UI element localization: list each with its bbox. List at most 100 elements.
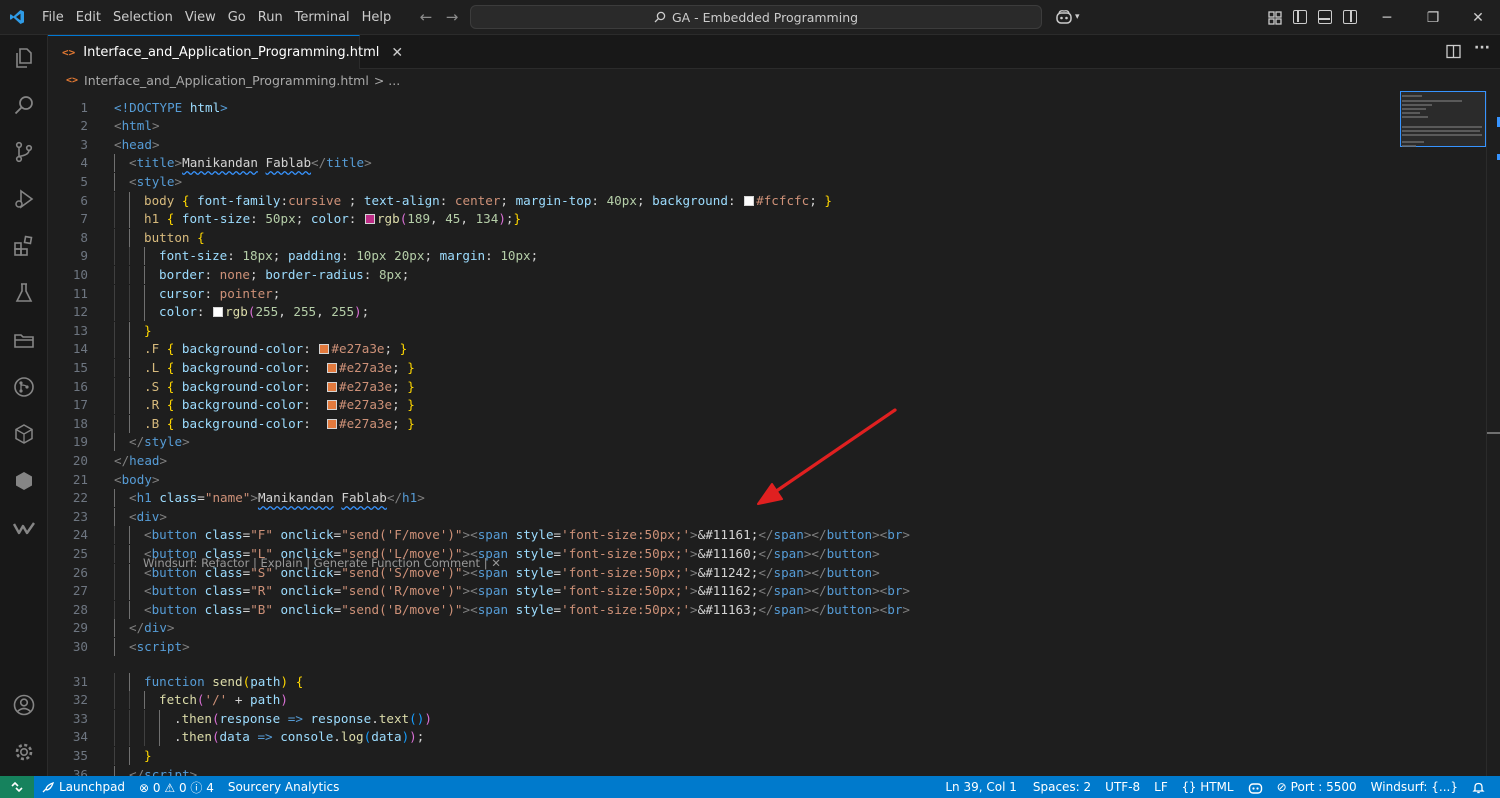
breadcrumb-more[interactable]: > ... <box>374 73 400 88</box>
tab-interface-and-application-programming[interactable]: <> Interface_and_Application_Programming… <box>48 35 403 69</box>
code-line[interactable]: 3 <head> <box>48 136 1398 154</box>
breadcrumb-file[interactable]: Interface_and_Application_Programming.ht… <box>84 73 369 88</box>
port-label: Port : 5500 <box>1290 780 1357 794</box>
toggle-secondary-sidebar-icon[interactable] <box>1343 10 1357 24</box>
source-control-icon[interactable] <box>0 129 48 175</box>
code-line[interactable]: 16 .S { background-color: #e27a3e; } <box>48 377 1398 396</box>
live-server-port[interactable]: ⊘ Port : 5500 <box>1270 780 1364 794</box>
code-token: > <box>902 583 911 599</box>
code-line[interactable]: 24 <button class="F" onclick="send('F/mov… <box>48 526 1398 545</box>
accounts-icon[interactable] <box>0 682 48 728</box>
color-swatch[interactable] <box>327 418 337 429</box>
code-line[interactable]: 14 .F { background-color: #e27a3e; } <box>48 340 1398 359</box>
sourcery-item[interactable]: Sourcery Analytics <box>221 780 347 794</box>
run-debug-icon[interactable] <box>0 176 48 222</box>
code-line[interactable]: 21 <body> <box>48 471 1398 489</box>
windsurf-icon[interactable] <box>0 505 48 551</box>
code-line[interactable]: 8 button { <box>48 228 1398 247</box>
indentation[interactable]: Spaces: 2 <box>1024 780 1098 794</box>
notifications-bell-icon[interactable] <box>1465 781 1492 794</box>
close-tab-icon[interactable]: ✕ <box>391 45 403 61</box>
close-window-button[interactable]: ✕ <box>1455 0 1500 35</box>
back-arrow-icon[interactable]: ← <box>413 0 439 35</box>
code-line[interactable]: 29 </div> <box>48 619 1398 638</box>
code-line[interactable]: 13} <box>48 321 1398 340</box>
vertical-scrollbar[interactable] <box>1486 91 1500 776</box>
code-line[interactable]: 19 </style> <box>48 433 1398 452</box>
problems-item[interactable]: ⊗ 0 ⚠ 0 ⓘ 4 <box>132 779 221 796</box>
code-line[interactable]: 27 <button class="R" onclick="send('R/mov… <box>48 582 1398 601</box>
launchpad-item[interactable]: Launchpad <box>34 780 132 794</box>
color-swatch[interactable] <box>213 307 224 318</box>
code-line[interactable]: 18 .B { background-color: #e27a3e; } <box>48 414 1398 433</box>
color-swatch[interactable] <box>327 363 337 373</box>
minimap[interactable] <box>1398 91 1486 776</box>
copilot-status[interactable] <box>1241 781 1270 794</box>
code-line[interactable]: 2 <html> <box>48 117 1398 135</box>
windsurf-codelens[interactable]: Windsurf: Refactor | Explain | Generate … <box>143 556 501 570</box>
menu-go[interactable]: Go <box>222 0 252 35</box>
code-line[interactable]: 23 <div> <box>48 507 1398 526</box>
testing-flask-icon[interactable] <box>0 270 48 316</box>
customize-layout-icon[interactable] <box>1268 10 1282 25</box>
menu-terminal[interactable]: Terminal <box>289 0 356 35</box>
split-editor-icon[interactable] <box>1446 44 1461 63</box>
cursor-position[interactable]: Ln 39, Col 1 <box>938 780 1024 794</box>
minimize-button[interactable]: ─ <box>1364 0 1410 35</box>
command-center-search[interactable]: GA - Embedded Programming <box>470 5 1042 29</box>
toggle-panel-icon[interactable] <box>1318 10 1332 24</box>
restore-button[interactable]: ❐ <box>1410 0 1456 35</box>
menu-file[interactable]: File <box>36 0 70 35</box>
code-line[interactable]: 15 .L { background-color: #e27a3e; } <box>48 359 1398 377</box>
code-line[interactable]: 32 fetch('/' + path) <box>48 691 1398 710</box>
forward-arrow-icon[interactable]: → <box>439 0 465 35</box>
menu-selection[interactable]: Selection <box>107 0 179 35</box>
menu-run[interactable]: Run <box>252 0 289 35</box>
code-line[interactable]: 5 <style> <box>48 173 1398 191</box>
code-line[interactable]: 11 cursor: pointer; <box>48 284 1398 303</box>
code-line[interactable]: 34 .then(data => console.log(data)); <box>48 728 1398 747</box>
code-line[interactable]: 20 </head> <box>48 452 1398 470</box>
code-line[interactable]: 36 </script> <box>48 765 1398 776</box>
code-editor[interactable]: 1 <!DOCTYPE html> 2 <html> 3 <head> 4 <title>Ma… <box>48 91 1398 776</box>
hexagon-extension-icon[interactable] <box>0 458 48 504</box>
code-line[interactable]: 7 h1 { font-size: 50px; color: rgb(189, 4… <box>48 210 1398 229</box>
settings-gear-icon[interactable] <box>0 729 48 775</box>
code-line[interactable]: 4 <title>Manikandan Fablab</title> <box>48 154 1398 173</box>
code-line[interactable]: 30 <script> <box>48 638 1398 656</box>
code-line[interactable]: 9 font-size: 18px; padding: 10px 20px; ma… <box>48 247 1398 266</box>
menu-help[interactable]: Help <box>356 0 398 35</box>
menu-view[interactable]: View <box>179 0 222 35</box>
code-token: class <box>204 583 243 599</box>
color-swatch[interactable] <box>327 381 337 392</box>
code-line[interactable]: 17 .R { background-color: #e27a3e; } <box>48 396 1398 415</box>
project-manager-icon[interactable] <box>0 317 48 363</box>
remote-explorer-icon[interactable] <box>0 411 48 457</box>
code-line[interactable]: 35} <box>48 747 1398 765</box>
color-swatch[interactable] <box>319 344 330 355</box>
language-mode[interactable]: {} HTML <box>1175 780 1241 794</box>
code-line[interactable]: 22 <h1 class="name">Manikandan Fablab</h1… <box>48 489 1398 508</box>
code-line[interactable]: 6 body { font-family:cursive ; text-align… <box>48 191 1398 210</box>
explorer-icon[interactable] <box>0 35 48 81</box>
menu-edit[interactable]: Edit <box>70 0 107 35</box>
windsurf-status[interactable]: Windsurf: {...} <box>1364 780 1465 794</box>
color-swatch[interactable] <box>744 195 755 206</box>
toggle-primary-sidebar-icon[interactable] <box>1293 10 1307 24</box>
gitlens-icon[interactable] <box>0 364 48 410</box>
color-swatch[interactable] <box>364 214 375 225</box>
line-ending[interactable]: LF <box>1147 780 1175 794</box>
code-line[interactable]: 28 <button class="B" onclick="send('B/mov… <box>48 600 1398 619</box>
code-line[interactable]: 33 .then(response => response.text()) <box>48 709 1398 728</box>
code-line[interactable]: 1 <!DOCTYPE html> <box>48 99 1398 117</box>
more-actions-icon[interactable]: ··· <box>1474 40 1490 56</box>
search-icon[interactable] <box>0 82 48 128</box>
code-line[interactable]: 12 color: rgb(255, 255, 255); <box>48 303 1398 322</box>
copilot-icon[interactable]: ▾ <box>1055 9 1080 25</box>
extensions-icon[interactable] <box>0 223 48 269</box>
color-swatch[interactable] <box>327 400 337 411</box>
code-line[interactable]: 31 function send(path) { <box>48 672 1398 691</box>
code-line[interactable]: 10 border: none; border-radius: 8px; <box>48 266 1398 284</box>
encoding[interactable]: UTF-8 <box>1098 780 1147 794</box>
remote-indicator-icon[interactable] <box>0 776 34 798</box>
